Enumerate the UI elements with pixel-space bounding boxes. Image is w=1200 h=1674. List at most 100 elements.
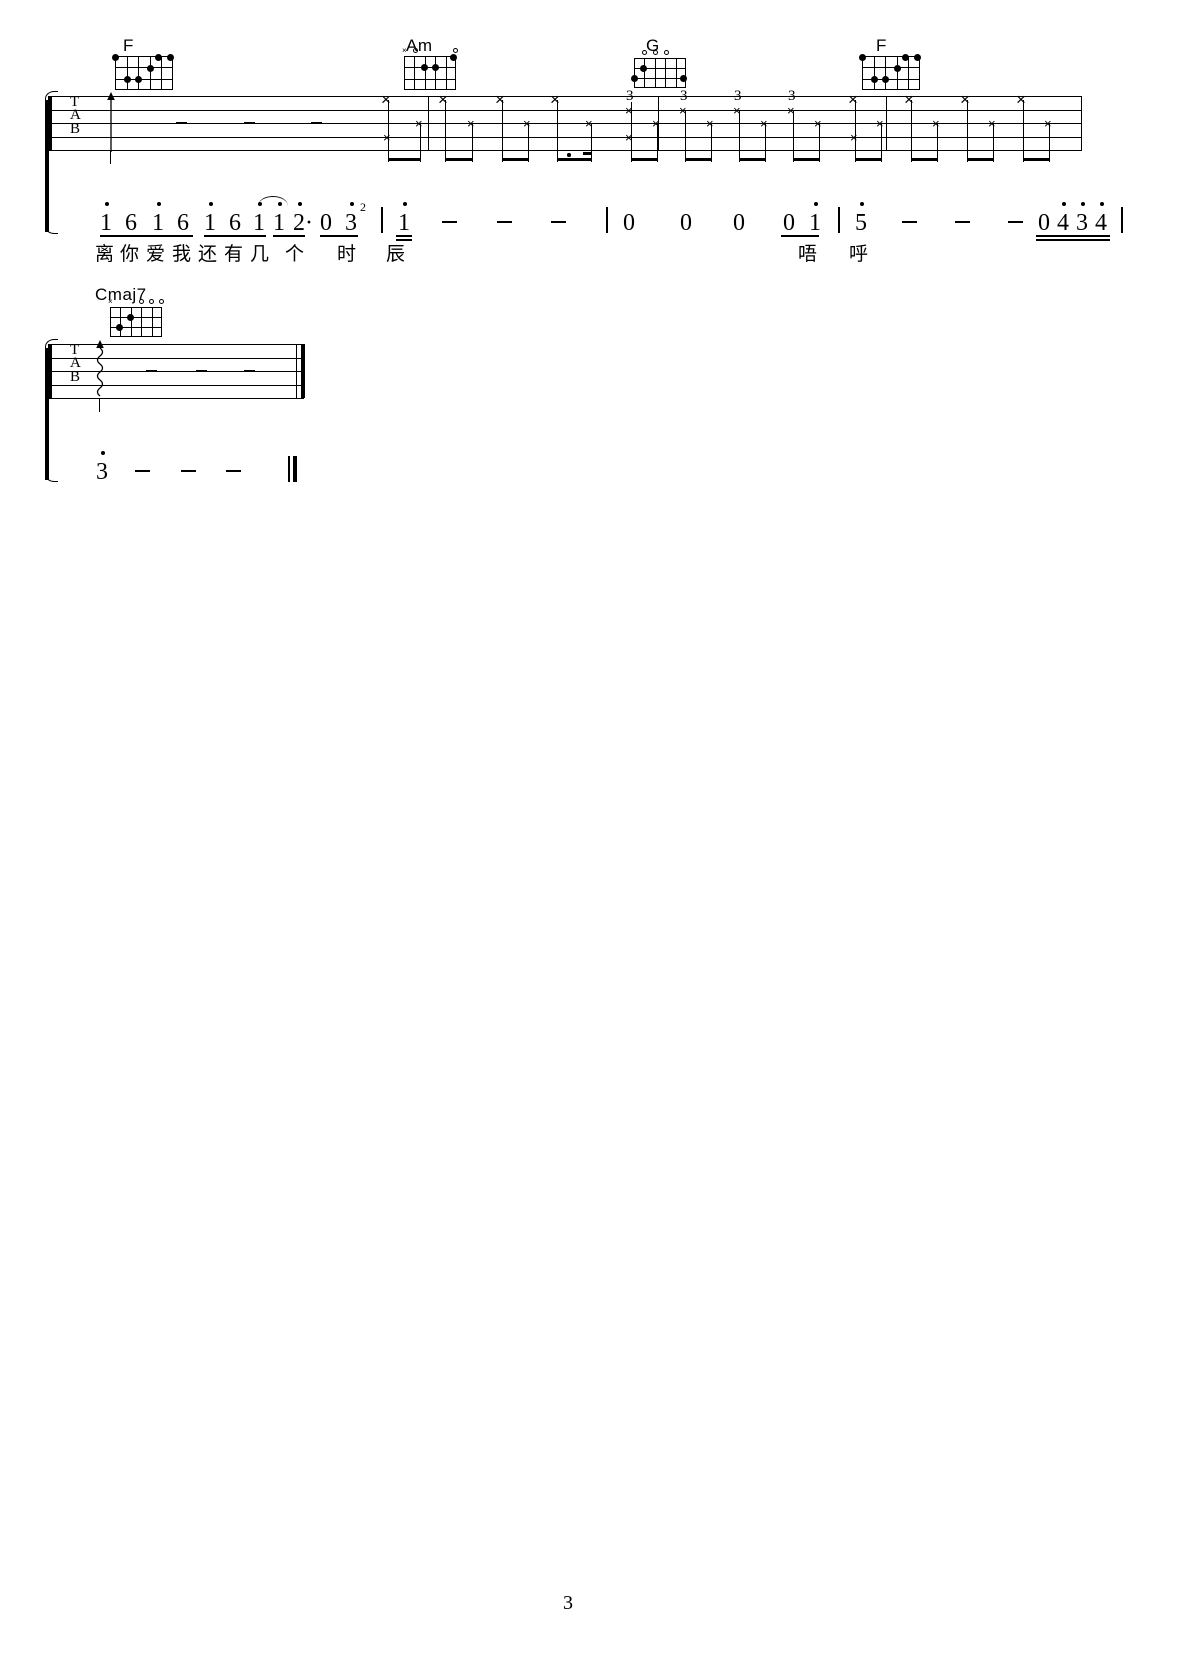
beam-f4 — [1023, 158, 1050, 162]
jp-note-19: 0 — [1038, 210, 1050, 236]
stem-g1 — [631, 102, 633, 162]
rest-dash-4 — [146, 370, 157, 372]
mute-marker-am: × — [402, 46, 407, 55]
jp-octave-dot-5 — [209, 202, 213, 206]
barline-end — [1081, 96, 1082, 150]
jp-octave-dot-22 — [1100, 202, 1104, 206]
jp-dash-8 — [181, 470, 196, 472]
f-x-hi-3: × — [960, 90, 970, 109]
beam-g1 — [631, 158, 658, 162]
jp-note-10: 0 — [320, 210, 332, 236]
jp-dash-2 — [497, 221, 512, 223]
jp-beam-6 — [781, 235, 819, 237]
lyric-char-4: 我 — [172, 243, 192, 265]
beam-f2 — [911, 158, 938, 162]
jp-octave-dot-21 — [1081, 202, 1085, 206]
stem-f3 — [911, 100, 913, 162]
stem-g3 — [685, 110, 687, 162]
stem-g6 — [765, 123, 767, 162]
chord-name-f-1: F — [123, 36, 134, 55]
strum-x-hi-1: × — [381, 90, 391, 109]
jp-octave-dot-18 — [860, 202, 864, 206]
lyric-char-12: 呼 — [849, 243, 869, 265]
jp-beam-5b — [396, 239, 412, 241]
jp-note-15: 0 — [733, 210, 745, 236]
f-x-mid-4: × — [1044, 116, 1052, 131]
jp-dash-4 — [902, 221, 917, 223]
open-marker-cmaj7-3 — [159, 299, 164, 304]
jp-octave-dot-3 — [157, 202, 161, 206]
open-marker-am-1 — [413, 48, 418, 53]
jp-dash-6 — [1008, 221, 1023, 223]
g-x-mid-1: × — [652, 116, 660, 131]
strum-x-hi-2: × — [438, 90, 448, 109]
stem-f2 — [881, 123, 883, 162]
jp-note-22: 4 — [1095, 210, 1107, 236]
jp-note-8: 1 — [273, 210, 285, 236]
lyric-char-5: 还 — [198, 243, 218, 265]
jianpu-final-thick — [293, 456, 297, 482]
slur-mark-1 — [258, 196, 288, 206]
jp-superscript-2: 2 — [360, 200, 366, 214]
rest-dash-6 — [244, 370, 255, 372]
jp-beam-7b — [1036, 239, 1110, 241]
stem-g8 — [819, 123, 821, 162]
chord-diagram-am: × — [402, 47, 458, 90]
jp-octave-dot-17 — [814, 202, 818, 206]
jp-beam-2 — [204, 235, 266, 237]
lyric-char-3: 爱 — [146, 243, 166, 265]
stem-b2 — [472, 123, 474, 162]
jp-beam-1 — [100, 235, 193, 237]
jianpu-barline-2 — [606, 207, 608, 233]
f-x-hi-2: × — [904, 90, 914, 109]
jp-beam-4 — [320, 235, 358, 237]
lyric-char-7: 几 — [250, 243, 270, 265]
mute-marker-cmaj7: × — [108, 297, 113, 306]
chord-diagram-g — [631, 50, 687, 88]
strum-x-lo-1: × — [383, 130, 391, 145]
beam-flag-d — [583, 152, 592, 156]
beam-b — [445, 158, 473, 162]
jp-note-3: 1 — [152, 210, 164, 236]
jp-octave-dot-11 — [350, 202, 354, 206]
stem-f8 — [1049, 123, 1051, 162]
jianpu-barline-end — [1121, 207, 1123, 233]
strum-x-hi-3: × — [495, 90, 505, 109]
jp-note-18: 5 — [855, 210, 867, 236]
system-2: Cmaj7 × T A B 3 — [0, 280, 1200, 500]
stem-a1 — [388, 100, 390, 162]
strum-x-mid-2: × — [467, 116, 475, 131]
fret-label-g-3: 3 — [734, 88, 742, 104]
jp-note-16: 0 — [783, 210, 795, 236]
jp-note-4: 6 — [177, 210, 189, 236]
beam-aug-dot — [567, 153, 571, 157]
lyric-char-6: 有 — [224, 243, 244, 265]
rest-dash-3 — [311, 122, 322, 124]
beam-g4 — [793, 158, 820, 162]
jp-beam-3 — [273, 235, 305, 237]
beam-a — [388, 158, 421, 162]
open-marker-g-3 — [664, 50, 669, 55]
jp-dash-5 — [955, 221, 970, 223]
strum-x-hi-4: × — [550, 90, 560, 109]
open-marker-g-2 — [653, 50, 658, 55]
stem-f1 — [855, 100, 857, 162]
jp-octave-dot-12 — [403, 202, 407, 206]
stem-g2 — [657, 123, 659, 162]
f-x-hi-4: × — [1016, 90, 1026, 109]
g-x-mid-2: × — [706, 116, 714, 131]
jianpu-barline-1 — [381, 207, 383, 233]
f-x-lo-1: × — [850, 130, 858, 145]
jp-note-17: 1 — [809, 210, 821, 236]
lyric-char-2: 你 — [120, 243, 140, 265]
stem-d2 — [591, 123, 593, 162]
beam-g2 — [685, 158, 712, 162]
jianpu-barline-3 — [838, 207, 840, 233]
jp-note-6: 6 — [229, 210, 241, 236]
open-marker-g-1 — [642, 50, 647, 55]
stem-g7 — [793, 110, 795, 162]
system-1: F Am G F × T A B × × × × × × × × × 3 × ×… — [0, 0, 1200, 280]
page-number: 3 — [563, 1592, 573, 1614]
jp-note-21: 3 — [1076, 210, 1088, 236]
lyric-char-9: 时 — [337, 243, 357, 265]
